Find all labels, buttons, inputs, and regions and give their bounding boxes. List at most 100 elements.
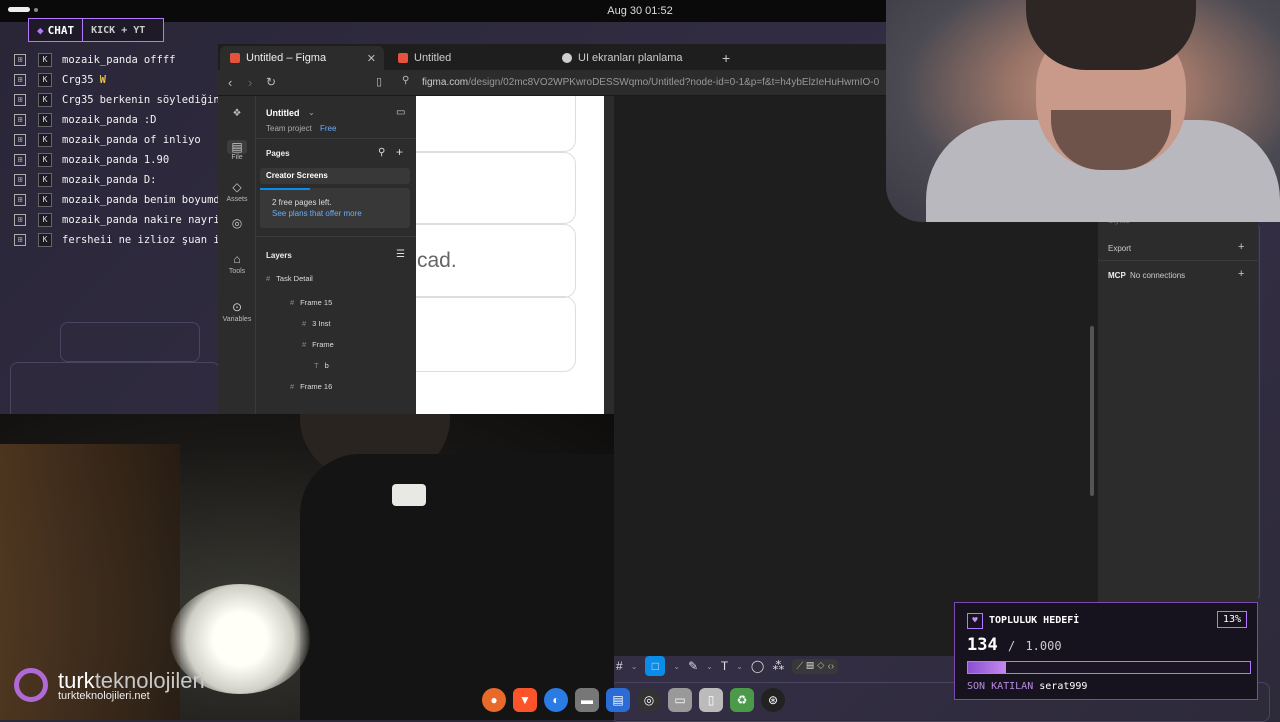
chat-reply-icon[interactable]: ⊞ <box>14 94 26 106</box>
new-tab-button[interactable]: + <box>712 46 742 70</box>
disk-icon[interactable]: ▭ <box>668 688 692 712</box>
panel-toggle-icon[interactable]: ▭ <box>396 107 405 118</box>
assets-tool[interactable]: ◇ Assets <box>218 180 256 203</box>
mode-switcher[interactable]: ⟋ ▤ ◇ ‹› <box>792 658 839 674</box>
chat-username: mozaik_panda <box>62 134 138 146</box>
files-icon[interactable]: ▬ <box>575 688 599 712</box>
chat-diamond-icon: ◆ <box>37 23 44 37</box>
frame-layer-icon: # <box>290 298 295 307</box>
file-menu-chevron-icon[interactable]: ⌄ <box>308 108 315 117</box>
edge-icon[interactable]: ◐ <box>544 688 568 712</box>
chat-reply-icon[interactable]: ⊞ <box>14 114 26 126</box>
webcam-overlay <box>886 0 1280 222</box>
frame-tool-icon[interactable]: # <box>616 659 623 673</box>
team-label: Team project <box>266 124 312 133</box>
brand-logo-icon <box>14 668 48 702</box>
goal-count: 134 / 1.000 <box>967 635 1062 655</box>
tab-untitled[interactable]: Untitled <box>388 46 548 70</box>
kick-badge-icon: K <box>38 153 52 167</box>
add-export-icon[interactable]: + <box>1238 241 1244 253</box>
rectangle-tool-icon[interactable]: □ <box>645 656 666 676</box>
close-tab-icon[interactable]: ✕ <box>367 52 376 65</box>
variables-tool[interactable]: ⊙ Variables <box>218 300 256 323</box>
layer-row[interactable]: Tb <box>266 361 416 382</box>
file-tool[interactable]: ▤ File <box>218 140 256 161</box>
chat-reply-icon[interactable]: ⊞ <box>14 234 26 246</box>
pages-upgrade-link[interactable]: See plans that offer more <box>272 209 362 218</box>
page-item-creator-screens[interactable]: Creator Screens <box>260 168 410 184</box>
chevron-down-icon[interactable]: ⌄ <box>631 662 638 671</box>
goal-progress-bar <box>967 661 1251 674</box>
usb-icon[interactable]: ▯ <box>699 688 723 712</box>
divider <box>256 138 416 139</box>
forward-icon[interactable]: › <box>248 75 252 90</box>
tab-ui-planning[interactable]: UI ekranları planlama <box>552 46 712 70</box>
tab-untitled-figma[interactable]: Untitled – Figma ✕ <box>220 46 384 70</box>
brand-site: turkteknolojileri.net <box>58 690 150 702</box>
canvas-scrollbar[interactable] <box>1090 326 1094 496</box>
mcp-status: No connections <box>1130 271 1186 280</box>
pages-usage-bar <box>260 188 310 190</box>
canvas-card[interactable] <box>416 152 576 224</box>
reload-icon[interactable]: ↻ <box>266 75 276 89</box>
circle-tool[interactable]: ◎ <box>218 216 256 232</box>
file-name[interactable]: Untitled <box>266 108 300 118</box>
canvas-card[interactable] <box>416 296 576 372</box>
pen-tool-icon[interactable]: ✎ <box>688 659 698 673</box>
brave-icon[interactable]: ▼ <box>513 688 537 712</box>
layer-row[interactable]: #3 Inst <box>266 319 416 340</box>
frame-layer-icon: # <box>266 274 271 283</box>
tab-label: Untitled <box>414 52 452 64</box>
layers-list-icon[interactable]: ☰ <box>396 249 405 260</box>
variables-icon: ⊙ <box>231 300 243 314</box>
firefox-icon[interactable]: ● <box>482 688 506 712</box>
ubuntu-icon[interactable]: ⊛ <box>761 688 785 712</box>
add-mcp-icon[interactable]: + <box>1238 268 1244 280</box>
chat-reply-icon[interactable]: ⊞ <box>14 154 26 166</box>
last-label: SON KATILAN <box>967 681 1034 692</box>
back-icon[interactable]: ‹ <box>228 75 232 90</box>
chat-text: of inliyo <box>143 134 201 146</box>
chat-reply-icon[interactable]: ⊞ <box>14 134 26 146</box>
frame-layer-icon: # <box>302 319 307 328</box>
chat-reply-icon[interactable]: ⊞ <box>14 74 26 86</box>
layer-row[interactable]: # Task Detail <box>266 274 416 298</box>
plan-badge[interactable]: Free <box>320 124 336 133</box>
writer-icon[interactable]: ▤ <box>606 688 630 712</box>
last-user: serat999 <box>1039 681 1088 692</box>
layer-row[interactable]: # Frame 15 <box>266 298 416 319</box>
bookmark-icon[interactable]: ▯ <box>376 75 382 88</box>
layer-row[interactable]: # Frame 16 <box>266 382 416 403</box>
site-settings-icon[interactable]: ⚲ <box>402 75 409 86</box>
kick-badge-icon: K <box>38 173 52 187</box>
obs-icon[interactable]: ◎ <box>637 688 661 712</box>
chat-username: mozaik_panda <box>62 194 138 206</box>
tools-tool[interactable]: ⌂ Tools <box>218 252 256 275</box>
chevron-down-icon[interactable]: ⌄ <box>706 662 713 671</box>
add-page-icon[interactable]: + <box>396 145 403 159</box>
chat-text: offff <box>143 54 176 66</box>
actions-tool-icon[interactable]: ⁂ <box>772 659 784 673</box>
file-icon: ▤ <box>227 140 247 154</box>
chat-reply-icon[interactable]: ⊞ <box>14 194 26 206</box>
chevron-down-icon[interactable]: ⌄ <box>736 662 743 671</box>
canvas-card[interactable]: cad. <box>416 224 576 298</box>
search-pages-icon[interactable]: ⚲ <box>378 147 385 158</box>
figma-menu-icon[interactable]: ❖ <box>218 108 256 119</box>
chat-reply-icon[interactable]: ⊞ <box>14 54 26 66</box>
goal-target: 1.000 <box>1025 639 1062 653</box>
tool-label: File <box>231 154 243 161</box>
url-field[interactable]: figma.com/design/02mc8VO2WPKwroDESSWqmo/… <box>422 77 879 88</box>
comment-tool-icon[interactable]: ◯ <box>751 659 764 673</box>
text-tool-icon[interactable]: T <box>721 659 728 673</box>
video-collar <box>392 484 426 506</box>
trash-icon[interactable]: ♻ <box>730 688 754 712</box>
chat-reply-icon[interactable]: ⊞ <box>14 174 26 186</box>
chevron-down-icon[interactable]: ⌄ <box>673 662 680 671</box>
canvas-card[interactable] <box>416 96 576 152</box>
chat-tab-label: CHAT <box>47 23 75 37</box>
figma-layers-panel: Untitled ⌄ ▭ Team project Free Pages ⚲ +… <box>256 96 416 414</box>
layer-row[interactable]: # Frame <box>266 340 416 361</box>
video-figure-coat <box>300 454 614 720</box>
chat-reply-icon[interactable]: ⊞ <box>14 214 26 226</box>
